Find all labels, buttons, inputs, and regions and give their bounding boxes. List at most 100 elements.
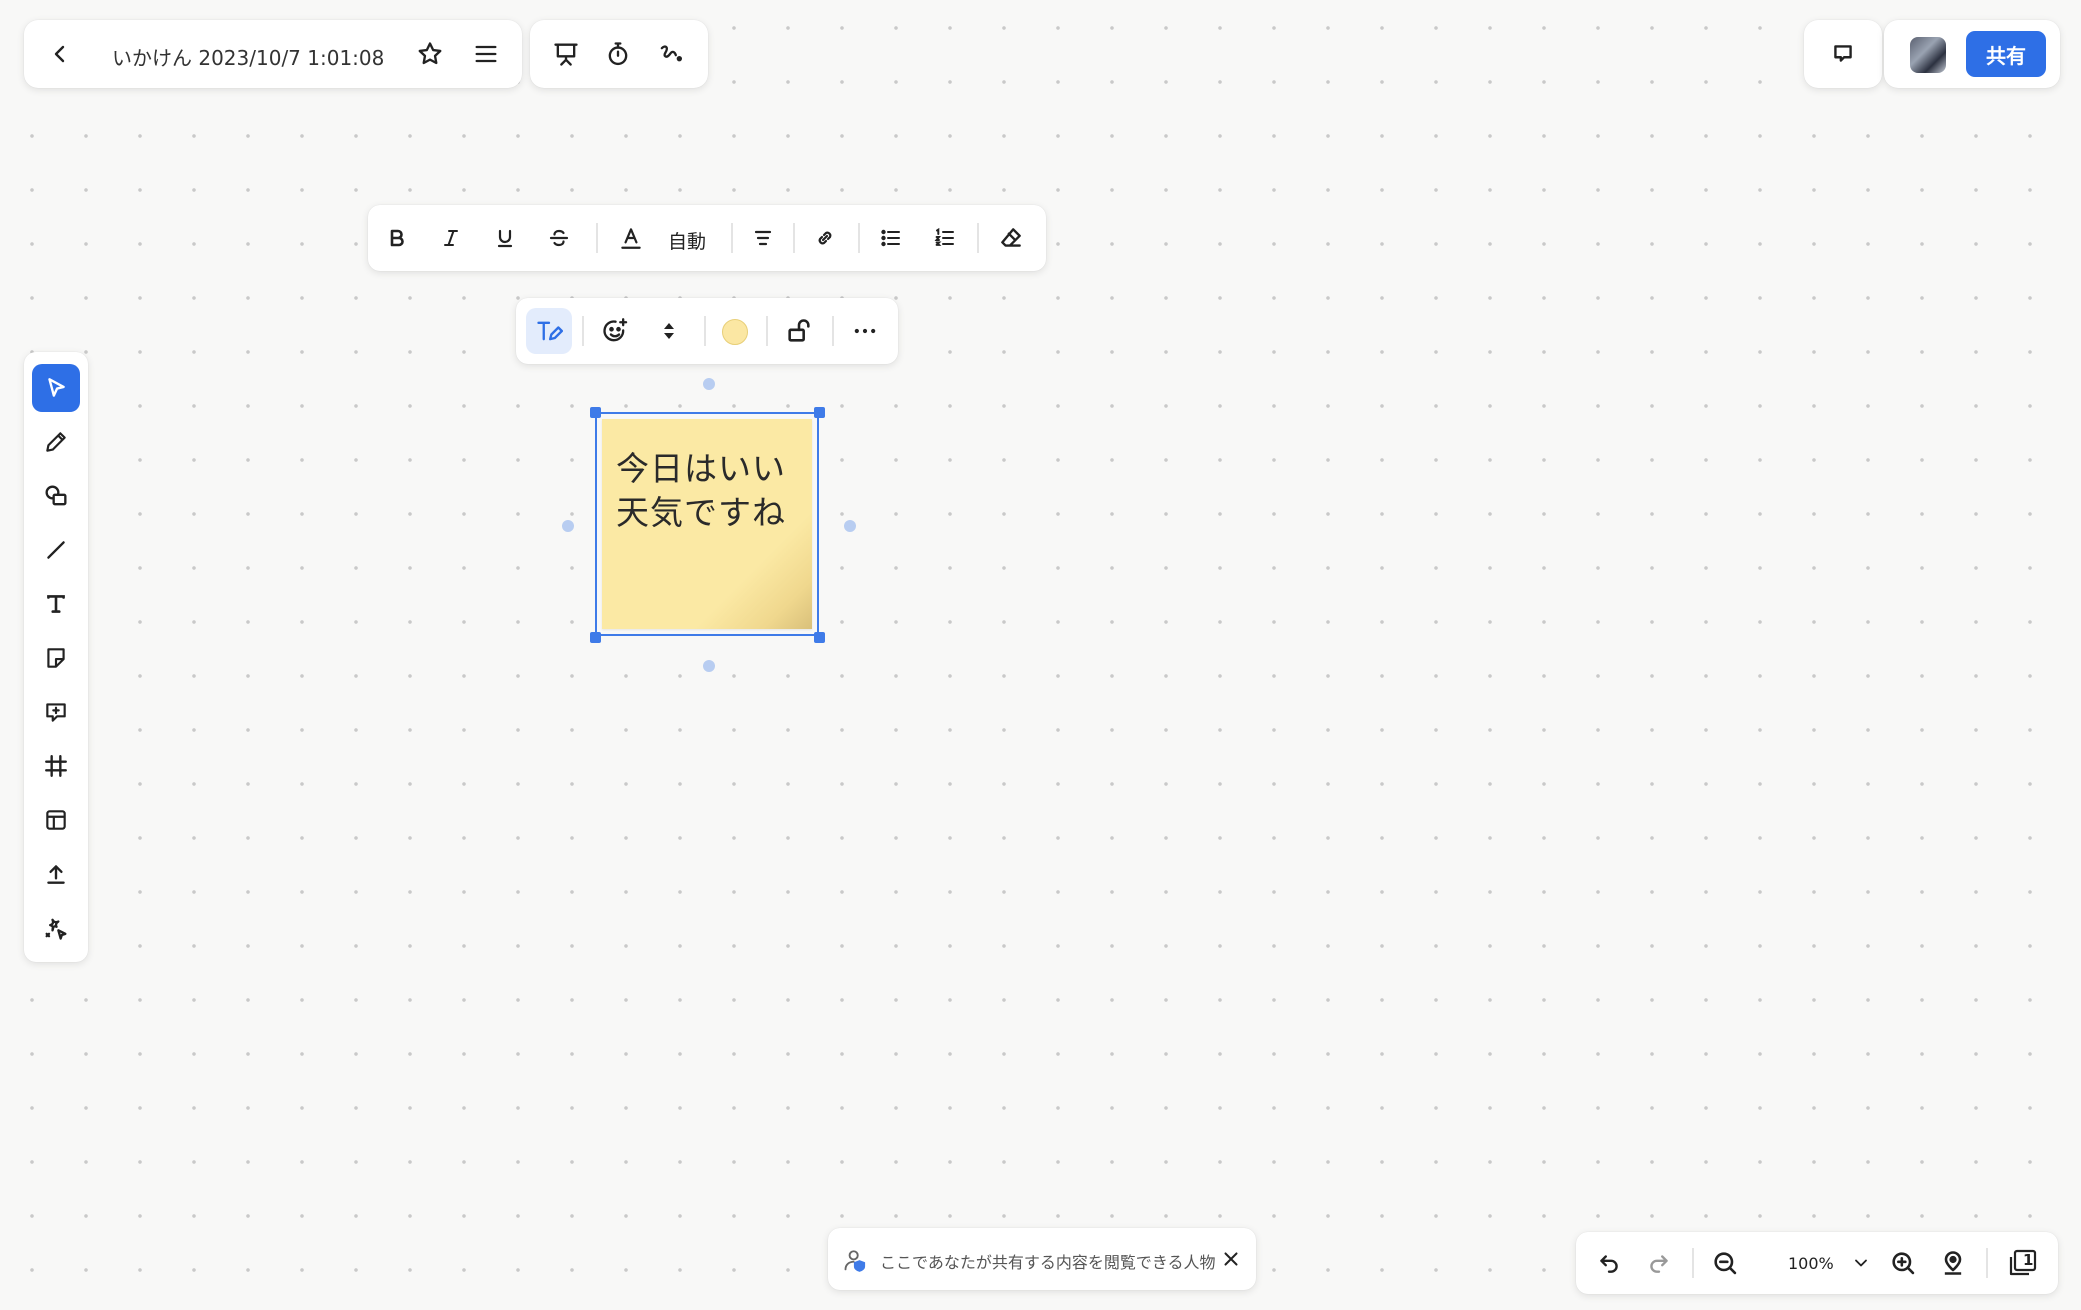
clear-format-button[interactable] xyxy=(990,217,1032,259)
comment-tool[interactable] xyxy=(32,688,80,736)
laser-pointer-button[interactable] xyxy=(648,32,692,76)
italic-icon xyxy=(444,230,458,246)
separator xyxy=(704,316,706,346)
font-size-selector[interactable]: 自動 xyxy=(668,227,706,254)
frame-tool[interactable] xyxy=(32,742,80,790)
separator xyxy=(596,223,598,253)
select-tool[interactable] xyxy=(32,364,80,412)
timer-button[interactable] xyxy=(596,32,640,76)
underline-icon xyxy=(497,229,513,248)
undo-icon xyxy=(1600,1255,1618,1273)
zoom-out-icon xyxy=(1714,1252,1737,1275)
text-format-toolbar: 自動 xyxy=(368,205,1046,271)
link-button[interactable] xyxy=(804,217,846,259)
bulleted-list-icon xyxy=(881,229,900,247)
connector-handle-left[interactable] xyxy=(562,520,574,532)
back-button[interactable] xyxy=(38,32,82,76)
pen-tool[interactable] xyxy=(32,418,80,466)
left-toolbar xyxy=(24,352,88,962)
user-shield-icon xyxy=(844,1250,866,1272)
text-align-button[interactable] xyxy=(742,217,784,259)
separator xyxy=(793,223,795,253)
zoom-in-icon xyxy=(1892,1252,1915,1275)
link-icon xyxy=(818,231,832,245)
separator xyxy=(1692,1248,1694,1278)
text-edit-icon xyxy=(537,321,563,341)
separator xyxy=(832,316,834,346)
sticky-note-tool[interactable] xyxy=(32,634,80,682)
chevron-left-icon xyxy=(54,45,65,63)
zoom-in-button[interactable] xyxy=(1882,1242,1924,1284)
strikethrough-icon xyxy=(549,229,569,247)
presentation-button[interactable] xyxy=(544,32,588,76)
connector-handle-right[interactable] xyxy=(844,520,856,532)
underline-button[interactable] xyxy=(484,217,526,259)
sharing-notice: ここであなたが共有する内容を閲覧できる人物 xyxy=(828,1228,1256,1290)
connector-handle-top[interactable] xyxy=(703,378,715,390)
resize-handle-bottom-left[interactable] xyxy=(590,632,601,643)
template-icon xyxy=(46,810,66,830)
italic-button[interactable] xyxy=(430,217,472,259)
shapes-tool[interactable] xyxy=(32,472,80,520)
cursor-icon xyxy=(48,378,65,397)
bottom-controls-panel: 100% 1 xyxy=(1576,1232,2058,1294)
more-options-button[interactable] xyxy=(842,308,888,354)
star-icon xyxy=(418,42,442,65)
resize-handle-bottom-right[interactable] xyxy=(814,632,825,643)
pages-button[interactable]: 1 xyxy=(2000,1240,2046,1286)
shapes-icon xyxy=(45,485,67,506)
sticky-note-icon xyxy=(47,648,65,668)
more-horizontal-icon xyxy=(854,328,876,334)
resize-handle-top-left[interactable] xyxy=(590,407,601,418)
align-center-icon xyxy=(754,230,772,246)
add-reaction-button[interactable] xyxy=(592,308,638,354)
separator xyxy=(766,316,768,346)
comments-button[interactable] xyxy=(1821,32,1865,76)
text-tool[interactable] xyxy=(32,580,80,628)
close-notice-button[interactable] xyxy=(1212,1240,1250,1278)
fit-to-content-button[interactable] xyxy=(1932,1242,1974,1284)
sort-arrows-icon xyxy=(664,323,674,339)
separator xyxy=(1986,1248,1988,1278)
chevron-down-icon xyxy=(1855,1259,1867,1267)
share-panel: 共有 xyxy=(1884,20,2060,88)
note-color-picker[interactable] xyxy=(722,319,748,345)
zoom-dropdown-button[interactable] xyxy=(1842,1244,1880,1282)
separator xyxy=(582,316,584,346)
zoom-level[interactable]: 100% xyxy=(1788,1254,1834,1273)
lock-button[interactable] xyxy=(776,308,822,354)
edit-text-button[interactable] xyxy=(526,308,572,354)
strikethrough-button[interactable] xyxy=(538,217,580,259)
text-color-button[interactable] xyxy=(610,217,652,259)
numbered-list-icon xyxy=(934,227,954,246)
bulleted-list-button[interactable] xyxy=(870,217,912,259)
frame-icon xyxy=(45,755,67,777)
connector-handle-bottom[interactable] xyxy=(703,660,715,672)
arrange-button[interactable] xyxy=(646,308,692,354)
avatar[interactable] xyxy=(1910,37,1946,73)
upload-tool[interactable] xyxy=(32,850,80,898)
templates-tool[interactable] xyxy=(32,796,80,844)
redo-button[interactable] xyxy=(1638,1242,1680,1284)
resize-handle-top-right[interactable] xyxy=(814,407,825,418)
eraser-icon xyxy=(1001,228,1021,247)
page-count: 1 xyxy=(2023,1251,2034,1269)
bold-button[interactable] xyxy=(376,217,418,259)
bold-icon xyxy=(390,229,404,247)
redo-icon xyxy=(1650,1255,1668,1273)
separator xyxy=(731,223,733,253)
laser-pointer-icon xyxy=(660,45,683,62)
ai-tool[interactable] xyxy=(32,904,80,952)
emoji-add-icon xyxy=(603,318,628,342)
numbered-list-button[interactable] xyxy=(924,217,966,259)
main-menu-button[interactable] xyxy=(464,32,508,76)
zoom-out-button[interactable] xyxy=(1704,1242,1746,1284)
line-tool[interactable] xyxy=(32,526,80,574)
favorite-button[interactable] xyxy=(408,32,452,76)
sticky-note-toolbar xyxy=(516,298,898,364)
separator xyxy=(858,223,860,253)
share-button[interactable]: 共有 xyxy=(1966,31,2046,77)
undo-button[interactable] xyxy=(1588,1242,1630,1284)
document-title[interactable]: いかけん 2023/10/7 1:01:08 xyxy=(112,42,384,71)
top-tools-panel xyxy=(530,20,708,88)
